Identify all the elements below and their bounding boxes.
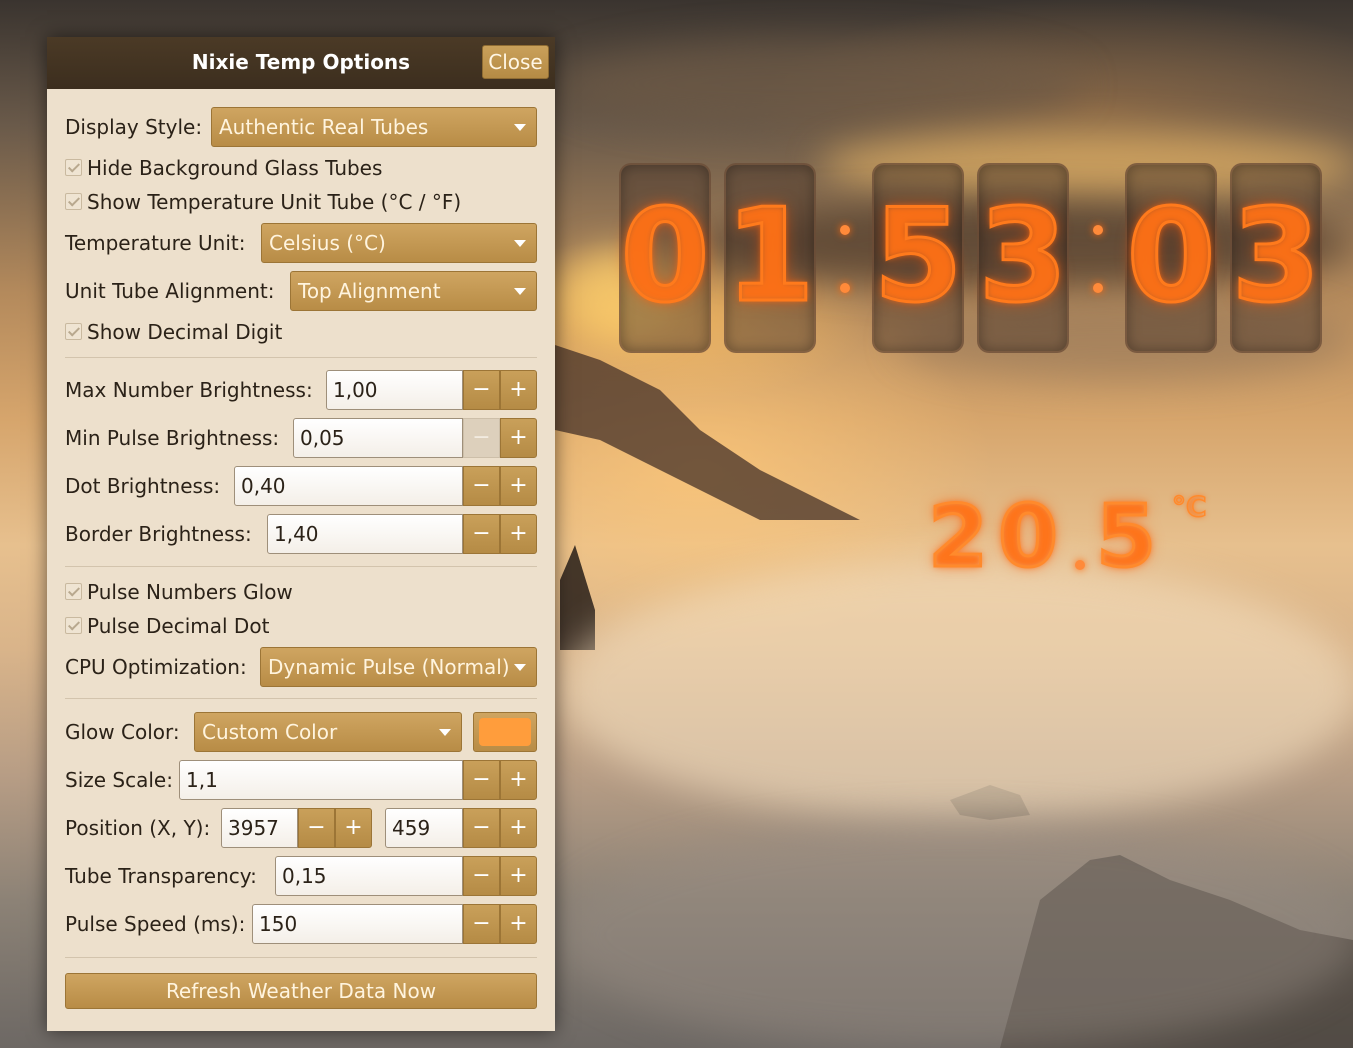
max-brightness-decrement-button[interactable]: − <box>463 370 500 410</box>
position-y-increment-button[interactable]: + <box>500 808 537 848</box>
close-button[interactable]: Close <box>482 45 549 79</box>
dot-brightness-increment-button[interactable]: + <box>500 466 537 506</box>
colon-dot <box>840 225 850 235</box>
colon-dot <box>1093 283 1103 293</box>
glow-color-value: Custom Color <box>202 720 338 744</box>
temp-unit-value: Celsius (°C) <box>269 231 386 255</box>
size-scale-label: Size Scale: <box>65 768 173 792</box>
hour-ones-digit: 1 <box>724 182 816 331</box>
min-pulse-input[interactable]: 0,05 <box>293 418 463 458</box>
pulse-speed-increment-button[interactable]: + <box>500 904 537 944</box>
transparency-increment-button[interactable]: + <box>500 856 537 896</box>
temp-decimal-digit: 5 <box>1095 487 1158 587</box>
cpu-opt-label: CPU Optimization: <box>65 655 247 679</box>
chevron-down-icon <box>514 288 526 295</box>
dialog-titlebar[interactable]: Nixie Temp Options Close <box>47 37 555 89</box>
fog <box>560 560 1353 820</box>
min-pulse-label: Min Pulse Brightness: <box>65 426 280 450</box>
position-label: Position (X, Y): <box>65 816 211 840</box>
separator <box>65 698 537 699</box>
position-x-input[interactable]: 3957 <box>221 808 298 848</box>
show-decimal-checkbox[interactable] <box>65 323 82 340</box>
hide-glass-checkbox[interactable] <box>65 159 82 176</box>
display-style-value: Authentic Real Tubes <box>219 115 429 139</box>
separator <box>65 957 537 958</box>
fog <box>560 820 1353 1048</box>
border-brightness-label: Border Brightness: <box>65 522 252 546</box>
min-pulse-increment-button[interactable]: + <box>500 418 537 458</box>
dot-brightness-label: Dot Brightness: <box>65 474 221 498</box>
colon-dot <box>1093 225 1103 235</box>
pulse-glow-checkbox[interactable] <box>65 583 82 600</box>
transparency-decrement-button[interactable]: − <box>463 856 500 896</box>
pulse-dot-label[interactable]: Pulse Decimal Dot <box>87 614 269 638</box>
second-tens-digit: 0 <box>1125 182 1217 331</box>
position-y-decrement-button[interactable]: − <box>463 808 500 848</box>
temp-ones-digit: 0 <box>997 487 1060 587</box>
transparency-input[interactable]: 0,15 <box>275 856 463 896</box>
dot-brightness-decrement-button[interactable]: − <box>463 466 500 506</box>
position-x-increment-button[interactable]: + <box>335 808 372 848</box>
pulse-speed-decrement-button[interactable]: − <box>463 904 500 944</box>
options-dialog: Nixie Temp Options Close Display Style: … <box>47 37 555 1031</box>
position-x-decrement-button[interactable]: − <box>298 808 335 848</box>
temp-unit-label: °C <box>1171 490 1207 523</box>
unit-align-dropdown[interactable]: Top Alignment <box>290 271 537 311</box>
chevron-down-icon <box>514 240 526 247</box>
pulse-glow-label[interactable]: Pulse Numbers Glow <box>87 580 293 604</box>
separator <box>65 566 537 567</box>
show-unit-tube-label[interactable]: Show Temperature Unit Tube (°C / °F) <box>87 190 461 214</box>
decimal-dot <box>1075 560 1085 570</box>
colon-dot <box>840 283 850 293</box>
minute-tens-digit: 5 <box>872 182 964 331</box>
chevron-down-icon <box>514 124 526 131</box>
size-scale-increment-button[interactable]: + <box>500 760 537 800</box>
border-brightness-decrement-button[interactable]: − <box>463 514 500 554</box>
border-brightness-increment-button[interactable]: + <box>500 514 537 554</box>
max-brightness-increment-button[interactable]: + <box>500 370 537 410</box>
second-ones-digit: 3 <box>1230 182 1322 331</box>
unit-align-value: Top Alignment <box>298 279 441 303</box>
temp-unit-label: Temperature Unit: <box>65 231 246 255</box>
glow-color-label: Glow Color: <box>65 720 180 744</box>
chevron-down-icon <box>514 664 526 671</box>
minute-ones-digit: 3 <box>977 182 1069 331</box>
glow-color-picker-button[interactable] <box>473 712 537 752</box>
min-pulse-decrement-button[interactable]: − <box>463 418 500 458</box>
pulse-dot-checkbox[interactable] <box>65 617 82 634</box>
position-y-input[interactable]: 459 <box>385 808 463 848</box>
pulse-speed-input[interactable]: 150 <box>252 904 463 944</box>
show-decimal-label[interactable]: Show Decimal Digit <box>87 320 282 344</box>
display-style-label: Display Style: <box>65 115 203 139</box>
pulse-speed-label: Pulse Speed (ms): <box>65 912 246 936</box>
cpu-opt-value: Dynamic Pulse (Normal) <box>268 655 510 679</box>
hide-glass-label[interactable]: Hide Background Glass Tubes <box>87 156 382 180</box>
dot-brightness-input[interactable]: 0,40 <box>234 466 463 506</box>
size-scale-decrement-button[interactable]: − <box>463 760 500 800</box>
max-brightness-input[interactable]: 1,00 <box>326 370 463 410</box>
unit-align-label: Unit Tube Alignment: <box>65 279 275 303</box>
size-scale-input[interactable]: 1,1 <box>179 760 463 800</box>
hour-tens-digit: 0 <box>619 182 711 331</box>
temp-tens-digit: 2 <box>927 487 990 587</box>
glow-color-dropdown[interactable]: Custom Color <box>194 712 462 752</box>
dialog-title: Nixie Temp Options <box>191 50 411 74</box>
max-brightness-label: Max Number Brightness: <box>65 378 313 402</box>
transparency-label: Tube Transparency: <box>65 864 257 888</box>
border-brightness-input[interactable]: 1,40 <box>267 514 463 554</box>
chevron-down-icon <box>439 729 451 736</box>
glow-color-swatch <box>479 718 531 746</box>
show-unit-tube-checkbox[interactable] <box>65 193 82 210</box>
refresh-weather-button[interactable]: Refresh Weather Data Now <box>65 973 537 1009</box>
temp-unit-dropdown[interactable]: Celsius (°C) <box>261 223 537 263</box>
cpu-opt-dropdown[interactable]: Dynamic Pulse (Normal) <box>260 647 537 687</box>
separator <box>65 357 537 358</box>
display-style-dropdown[interactable]: Authentic Real Tubes <box>211 107 537 147</box>
